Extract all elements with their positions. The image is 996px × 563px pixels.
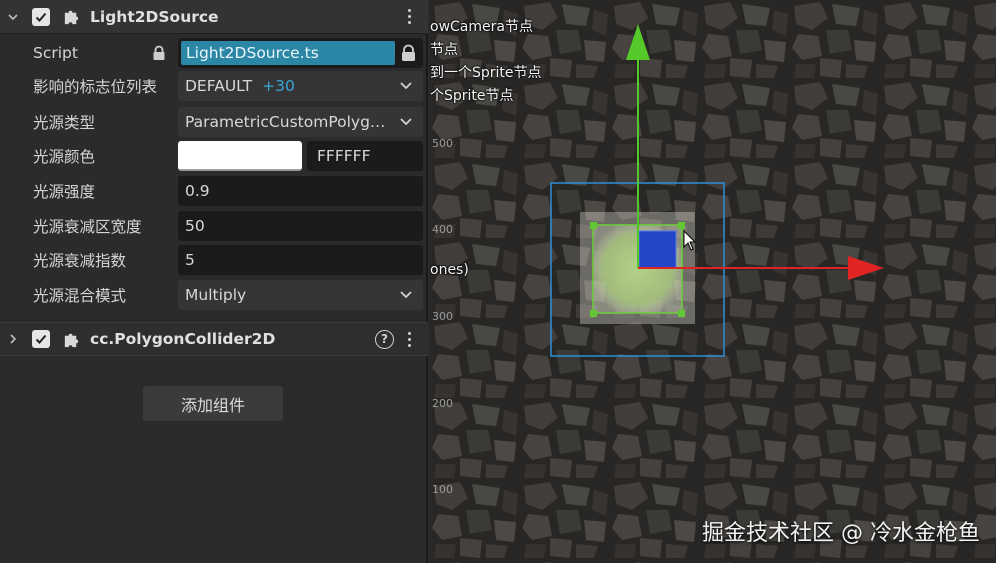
light-color-row: 光源颜色 FFFFFF	[0, 141, 428, 171]
color-hex-input[interactable]: FFFFFF	[307, 141, 423, 171]
enable-checkbox[interactable]	[32, 7, 50, 26]
enable-checkbox[interactable]	[32, 330, 50, 348]
script-asset-name[interactable]: Light2DSource.ts	[181, 41, 395, 65]
light2dsource-header[interactable]: Light2DSource	[0, 0, 428, 34]
intensity-input[interactable]: 0.9	[178, 176, 423, 206]
chevron-right-icon[interactable]	[0, 333, 26, 345]
script-asset-field[interactable]: Light2DSource.ts	[178, 38, 423, 68]
visibility-label: 影响的标志位列表	[33, 78, 158, 96]
blend-mode-label: 光源混合模式	[33, 287, 127, 305]
ruler-tick: 200	[432, 397, 453, 410]
intensity-label: 光源强度	[33, 183, 96, 201]
locate-asset-icon[interactable]	[400, 44, 417, 62]
falloff-exponent-input[interactable]: 5	[178, 245, 423, 275]
light-type-select[interactable]: ParametricCustomPolyg…	[178, 107, 423, 137]
blend-mode-value: Multiply	[185, 286, 247, 304]
component-title: cc.PolygonCollider2D	[90, 330, 276, 348]
chevron-down-icon	[400, 82, 412, 90]
ruler-tick: 400	[432, 223, 453, 236]
polygoncollider-header[interactable]: cc.PolygonCollider2D ?	[0, 322, 428, 356]
scene-note: 个Sprite节点	[430, 88, 514, 104]
scene-note: 节点	[430, 42, 458, 58]
help-icon[interactable]: ?	[375, 329, 394, 349]
puzzle-icon	[62, 7, 82, 27]
blend-mode-select[interactable]: Multiply	[178, 280, 423, 310]
ruler-tick: 100	[432, 483, 453, 496]
scene-note: 到一个Sprite节点	[430, 65, 542, 81]
visibility-row: 影响的标志位列表 DEFAULT +30	[0, 71, 428, 101]
visibility-select[interactable]: DEFAULT +30	[178, 71, 423, 101]
watermark: 掘金技术社区 @ 冷水金枪鱼	[702, 521, 980, 546]
ruler-tick: 300	[432, 310, 453, 323]
visibility-extra-count: +30	[262, 77, 295, 95]
blend-mode-row: 光源混合模式 Multiply	[0, 280, 428, 310]
lock-icon	[153, 45, 165, 60]
light-type-row: 光源类型 ParametricCustomPolyg…	[0, 107, 428, 137]
inspector-panel: Light2DSource Script Light2DSource.ts 影响…	[0, 0, 428, 563]
falloff-width-label: 光源衰减区宽度	[33, 218, 142, 236]
puzzle-icon	[62, 329, 82, 349]
falloff-width-row: 光源衰减区宽度 50	[0, 211, 428, 241]
mouse-cursor-icon	[683, 230, 697, 251]
falloff-exponent-label: 光源衰减指数	[33, 252, 127, 270]
scene-note: owCamera节点	[430, 19, 533, 35]
chevron-down-icon	[400, 118, 412, 126]
light-type-value: ParametricCustomPolyg…	[185, 113, 386, 131]
intensity-row: 光源强度 0.9	[0, 176, 428, 206]
falloff-width-input[interactable]: 50	[178, 211, 423, 241]
add-component-button[interactable]: 添加组件	[143, 386, 283, 421]
scene-note: ones)	[430, 262, 469, 278]
light-color-label: 光源颜色	[33, 148, 96, 166]
script-label: Script	[33, 44, 78, 62]
falloff-exponent-row: 光源衰减指数 5	[0, 245, 428, 275]
chevron-down-icon	[400, 291, 412, 299]
more-options-icon[interactable]	[404, 331, 414, 347]
scene-view[interactable]: owCamera节点 节点 到一个Sprite节点 个Sprite节点 ones…	[430, 0, 996, 563]
light-type-label: 光源类型	[33, 114, 96, 132]
ruler-tick: 500	[432, 137, 453, 150]
component-title: Light2DSource	[90, 7, 219, 26]
stone-texture-background	[430, 0, 996, 563]
more-options-icon[interactable]	[404, 9, 414, 24]
visibility-value: DEFAULT	[185, 77, 253, 95]
color-swatch[interactable]	[178, 141, 302, 171]
script-row: Script Light2DSource.ts	[0, 38, 428, 68]
chevron-down-icon[interactable]	[0, 11, 26, 23]
